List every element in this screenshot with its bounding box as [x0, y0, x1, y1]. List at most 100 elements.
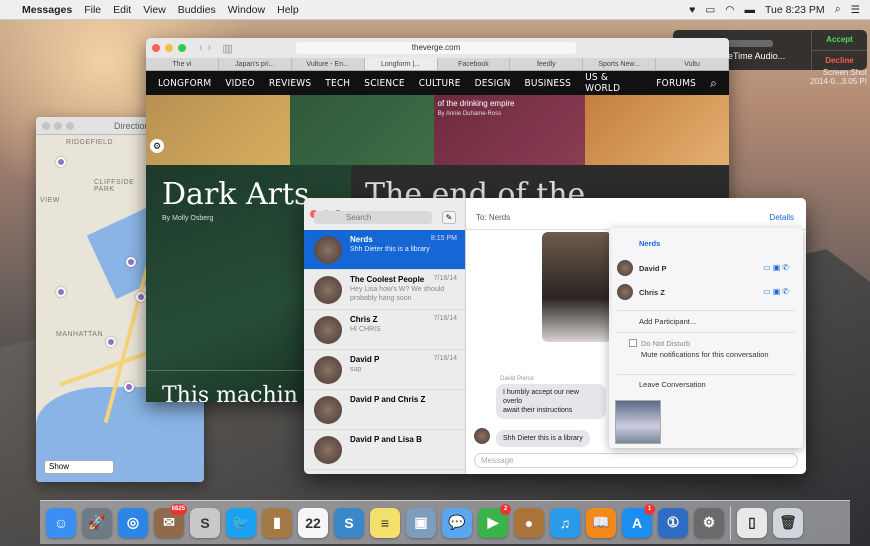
shared-photo[interactable] — [542, 232, 612, 342]
twitter-icon[interactable]: 🐦 — [226, 507, 256, 538]
nav-longform[interactable]: LONGFORM — [158, 78, 211, 89]
battery-icon[interactable]: ▬ — [744, 4, 755, 16]
sidebar-icon[interactable]: ▥ — [222, 42, 232, 55]
document-icon[interactable]: ▯ — [737, 507, 767, 538]
ibooks-icon[interactable]: 📖 — [586, 507, 616, 538]
nav-business[interactable]: BUSINESS — [525, 78, 572, 89]
hero-tile[interactable] — [585, 95, 729, 165]
address-bar[interactable]: theverge.com — [296, 42, 576, 54]
clock[interactable]: Tue 8:23 PM — [765, 4, 825, 16]
menu-window[interactable]: Window — [228, 4, 265, 16]
app-store-icon[interactable]: A1 — [622, 503, 655, 538]
preview-icon[interactable]: ▣ — [406, 507, 436, 538]
close-icon[interactable] — [152, 44, 160, 52]
map-pin-icon[interactable] — [126, 257, 136, 267]
nav-us-world[interactable]: US & WORLD — [585, 72, 642, 94]
add-participant-button[interactable]: Add Participant... — [639, 317, 696, 326]
sublime-icon[interactable]: S — [190, 507, 220, 538]
conversation-item[interactable]: Chris Z 7/18/14 HI CHRIS — [304, 310, 465, 350]
conversation-item[interactable]: David P and Chris Z — [304, 390, 465, 430]
airplay-icon[interactable]: ▭ — [705, 4, 715, 16]
details-button[interactable]: Details — [770, 213, 794, 222]
system-preferences-icon[interactable]: ⚙ — [694, 507, 724, 538]
close-icon[interactable] — [42, 121, 50, 130]
messages-icon[interactable]: 💬 — [442, 507, 472, 538]
1password-icon[interactable]: ① — [658, 507, 688, 538]
mail-icon[interactable]: ✉ 6825 — [154, 503, 187, 538]
nav-forums[interactable]: FORUMS — [656, 78, 696, 89]
minimize-icon[interactable] — [165, 44, 173, 52]
map-pin-icon[interactable] — [56, 157, 66, 167]
desktop-screenshot-file[interactable]: Screen Shot 2014-0...3.05 PI — [810, 68, 867, 86]
leave-conversation-button[interactable]: Leave Conversation — [639, 380, 706, 389]
gear-icon[interactable]: ⚙ — [150, 139, 164, 153]
notification-center-icon[interactable]: ☰ — [851, 4, 860, 16]
menu-app-name[interactable]: Messages — [22, 4, 72, 16]
vpn-icon[interactable]: ♥ — [689, 4, 695, 16]
menu-help[interactable]: Help — [277, 4, 299, 16]
nav-video[interactable]: VIDEO — [225, 78, 255, 89]
menu-view[interactable]: View — [143, 4, 166, 16]
browser-tab[interactable]: Sports New... — [583, 58, 657, 70]
nav-science[interactable]: SCIENCE — [364, 78, 404, 89]
accept-button[interactable]: Accept — [812, 30, 867, 51]
browser-tab[interactable]: Vultu — [656, 58, 729, 70]
conversation-item[interactable]: David P 7/18/14 sup — [304, 350, 465, 390]
spotlight-icon[interactable]: ⌕ — [835, 3, 841, 16]
attachment-thumbnail[interactable] — [615, 400, 661, 444]
back-icon[interactable]: ‹ — [199, 42, 203, 54]
browser-tab[interactable]: Facebook — [438, 58, 511, 70]
browser-tab[interactable]: Vulture - En... — [292, 58, 365, 70]
map-pin-icon[interactable] — [56, 287, 66, 297]
conversation-item[interactable]: David P and Lisa B — [304, 430, 465, 470]
nav-design[interactable]: DESIGN — [475, 78, 511, 89]
menu-file[interactable]: File — [84, 4, 101, 16]
conversation-item[interactable]: Nerds 8:15 PM Shh Dieter this is a library — [304, 230, 465, 270]
launchpad-icon[interactable]: 🚀 — [82, 507, 112, 538]
message-input[interactable]: Message — [474, 453, 798, 468]
participant-actions-icon[interactable]: ▭▣✆ — [763, 263, 791, 272]
compose-icon[interactable]: ✎ — [442, 211, 456, 224]
participant-row[interactable]: David P ▭▣✆ — [617, 258, 795, 278]
browser-tab[interactable]: feedly — [510, 58, 584, 70]
menu-buddies[interactable]: Buddies — [178, 4, 216, 16]
forward-icon[interactable]: › — [208, 42, 212, 54]
zoom-icon[interactable] — [66, 121, 74, 130]
hero-tile[interactable]: of the drinking empire By Annie Duhame-R… — [433, 95, 586, 165]
finder-icon[interactable]: ☺ — [46, 507, 76, 538]
hero-tile[interactable] — [146, 95, 290, 165]
map-show-select[interactable]: Show — [44, 460, 114, 474]
participant-actions-icon[interactable]: ▭▣✆ — [763, 287, 791, 296]
notes-icon[interactable]: ≡ — [370, 507, 400, 538]
browser-tab-active[interactable]: Longform |... — [364, 58, 438, 70]
simplenote-icon[interactable]: S — [334, 507, 364, 538]
participant-row[interactable]: Chris Z ▭▣✆ — [617, 282, 795, 302]
itunes-icon[interactable]: ♫ — [550, 507, 580, 538]
zoom-icon[interactable] — [178, 44, 186, 52]
safari-icon[interactable]: ◎ — [118, 507, 148, 538]
cyberduck-icon[interactable]: ● — [514, 507, 544, 538]
menu-edit[interactable]: Edit — [113, 4, 131, 16]
hero-tile[interactable] — [289, 95, 434, 165]
map-pin-icon[interactable] — [136, 292, 146, 302]
nav-reviews[interactable]: REVIEWS — [269, 78, 311, 89]
map-pin-icon[interactable] — [124, 382, 134, 392]
wifi-icon[interactable]: ◠ — [725, 4, 734, 16]
browser-tab[interactable]: Japan's pri... — [219, 58, 292, 70]
calendar-icon[interactable]: 22 — [298, 507, 328, 538]
notebook-icon[interactable]: ▮ — [262, 507, 292, 538]
browser-tab[interactable]: The vi — [146, 58, 219, 70]
nav-culture[interactable]: CULTURE — [419, 78, 461, 89]
facetime-icon[interactable]: ▶ 2 — [478, 503, 511, 538]
nav-tech[interactable]: TECH — [325, 78, 350, 89]
search-input[interactable]: Search — [314, 211, 432, 224]
conversation-item[interactable]: The Coolest People 7/18/14 Hey Lisa how's … — [304, 270, 465, 310]
participant-name: David P — [639, 264, 667, 273]
story-title-2: This machin — [162, 383, 298, 402]
dnd-checkbox[interactable] — [629, 339, 637, 347]
search-icon[interactable]: ⌕ — [710, 76, 717, 91]
map-pin-icon[interactable] — [106, 337, 116, 347]
to-value[interactable]: Nerds — [489, 213, 510, 222]
trash-icon[interactable]: 🗑 — [773, 507, 803, 538]
minimize-icon[interactable] — [54, 121, 62, 130]
